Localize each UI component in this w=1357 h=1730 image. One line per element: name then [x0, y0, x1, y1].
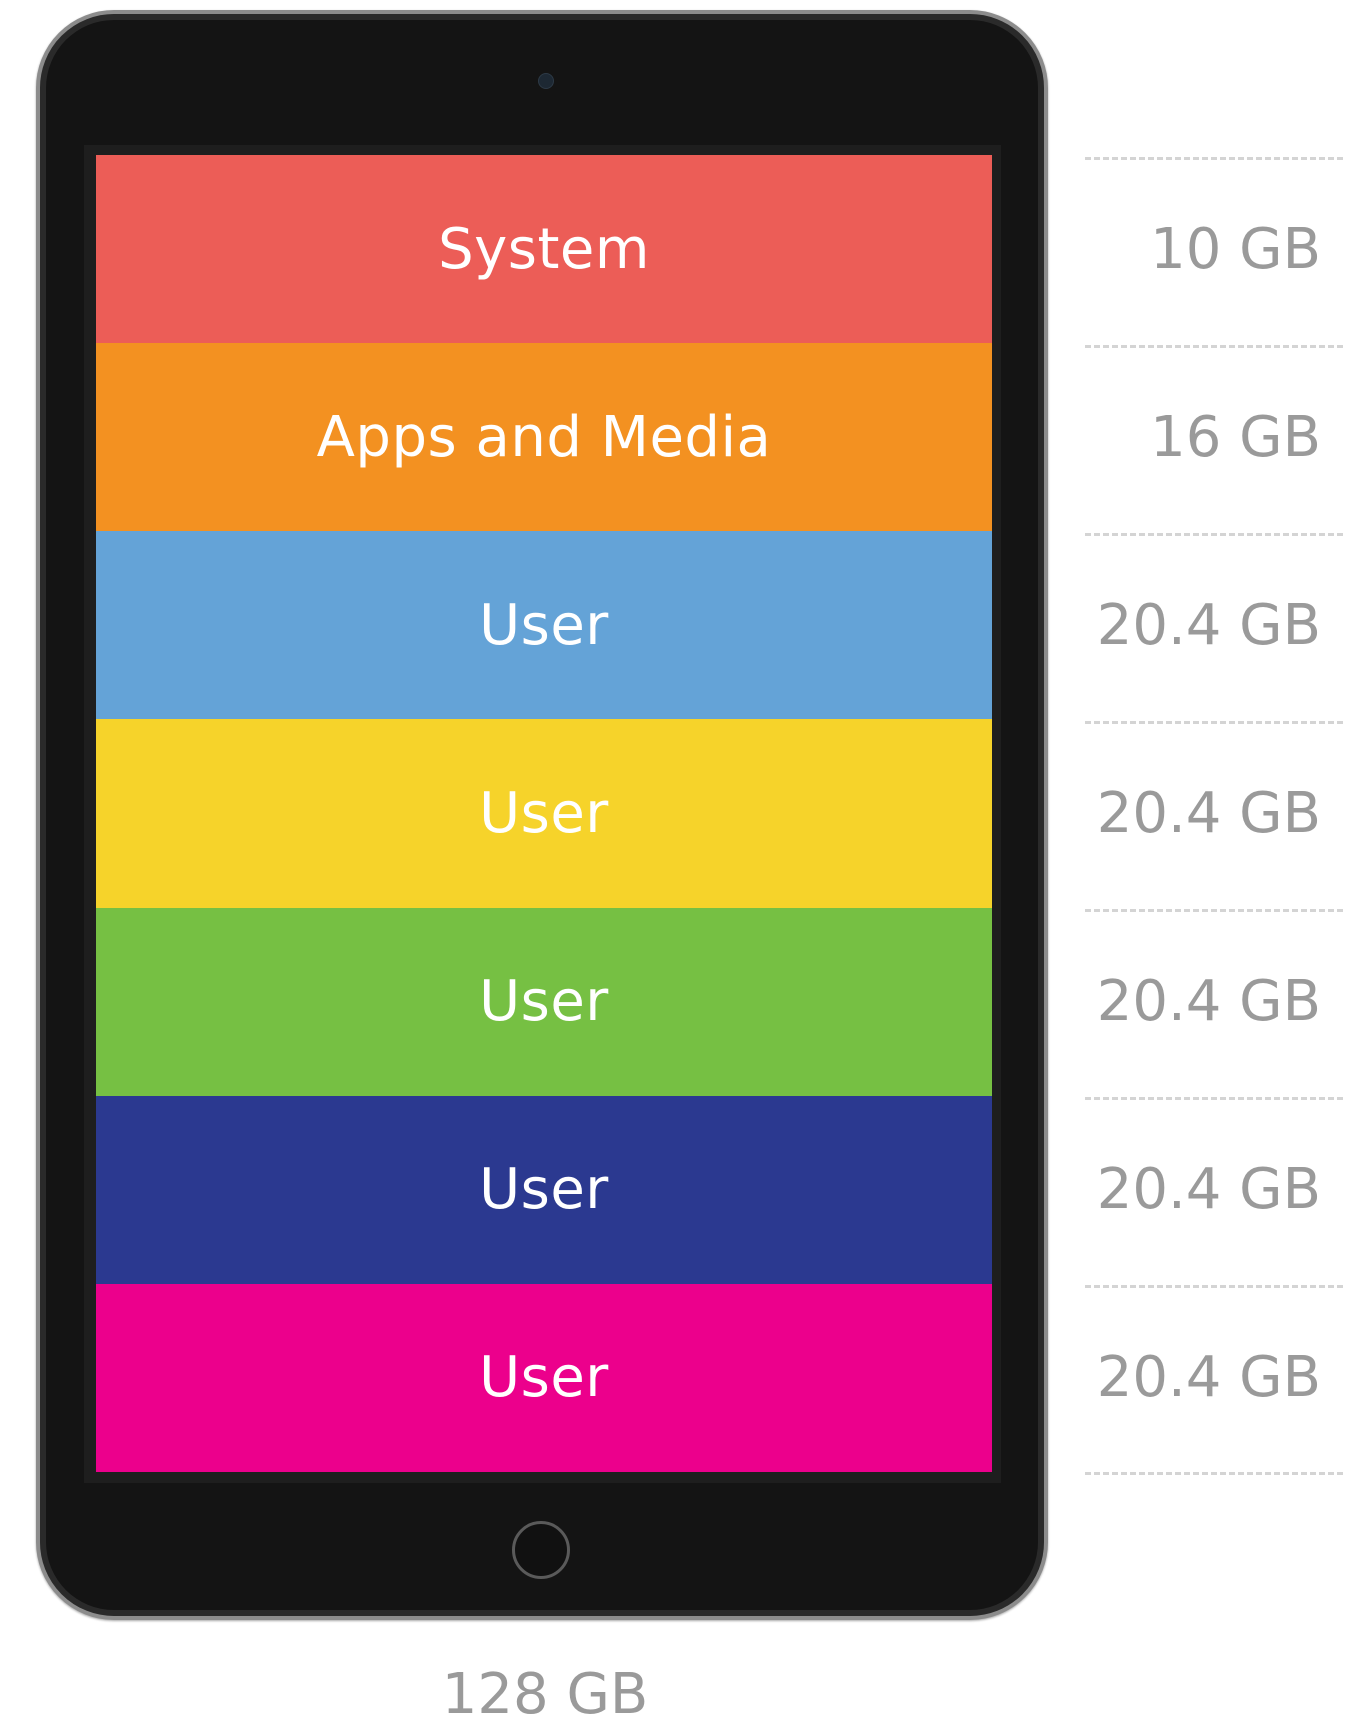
- segment-user-1: User: [96, 531, 992, 720]
- size-column: 10 GB 16 GB 20.4 GB 20.4 GB 20.4 GB 20.4…: [1085, 155, 1343, 1472]
- segment-system: System: [96, 155, 992, 344]
- camera-icon: [538, 73, 554, 89]
- segment-user-5: User: [96, 1283, 992, 1472]
- size-label-user-4: 20.4 GB: [1096, 1157, 1321, 1223]
- storage-screen: System Apps and Media User User User Use…: [96, 155, 992, 1472]
- divider: [1085, 1472, 1343, 1475]
- size-label-user-5: 20.4 GB: [1096, 1345, 1321, 1411]
- total-capacity-label: 128 GB: [441, 1662, 649, 1727]
- size-label-system: 10 GB: [1150, 216, 1321, 282]
- segment-user-4: User: [96, 1095, 992, 1284]
- segment-apps-and-media: Apps and Media: [96, 343, 992, 532]
- size-label-user-2: 20.4 GB: [1096, 780, 1321, 846]
- home-button-icon: [512, 1521, 570, 1579]
- size-label-apps-and-media: 16 GB: [1150, 404, 1321, 470]
- size-label-user-3: 20.4 GB: [1096, 969, 1321, 1035]
- segment-user-3: User: [96, 907, 992, 1096]
- segment-user-2: User: [96, 719, 992, 908]
- size-label-user-1: 20.4 GB: [1096, 592, 1321, 658]
